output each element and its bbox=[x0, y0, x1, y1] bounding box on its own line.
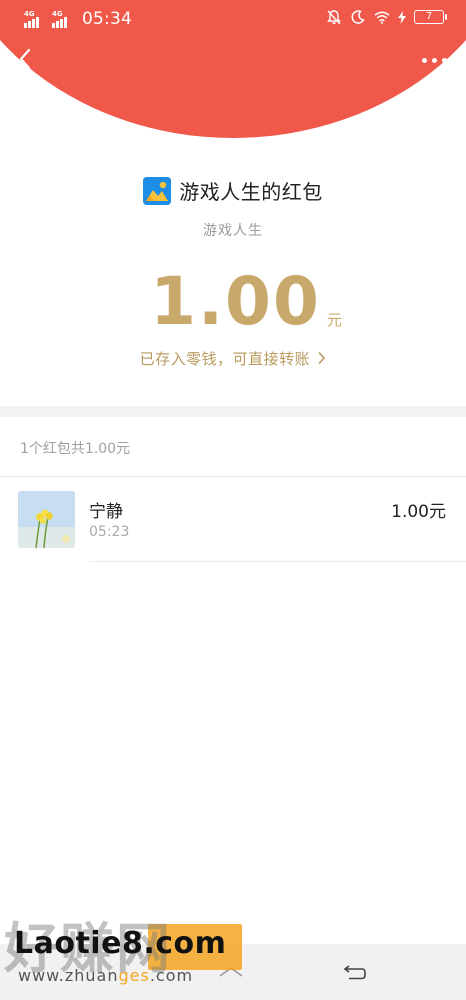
divider bbox=[89, 561, 466, 562]
system-back-button[interactable] bbox=[320, 944, 390, 1000]
sender-name: 游戏人生 bbox=[203, 223, 263, 239]
recipient-row[interactable]: 宁静 05:23 1.00元 bbox=[0, 477, 466, 562]
amount-unit: 元 bbox=[326, 311, 342, 329]
avatar bbox=[18, 491, 75, 548]
saved-note: 已存入零钱，可直接转账 bbox=[139, 350, 311, 368]
game-app-logo-icon bbox=[143, 176, 172, 205]
watermark-sub: www.zhuanges.com bbox=[18, 966, 194, 985]
wifi-icon bbox=[374, 9, 390, 25]
red-packet-detail-page: 4G 4G 05:34 7 游戏人生的红包 游戏人生 1.00 元 已存入零钱，… bbox=[0, 0, 466, 1000]
watermark-main: Laotie8.com bbox=[14, 926, 227, 961]
chevron-right-icon bbox=[318, 351, 326, 365]
packet-title-row: 游戏人生的红包 bbox=[0, 176, 466, 205]
charging-icon bbox=[398, 9, 406, 25]
status-time: 05:34 bbox=[82, 9, 132, 29]
recipient-time: 05:23 bbox=[89, 524, 130, 540]
amount-row: 1.00 元 bbox=[0, 262, 466, 342]
battery-icon: 7 bbox=[414, 10, 447, 24]
bell-mute-icon bbox=[326, 9, 342, 25]
signal-icon-sim2: 4G bbox=[52, 10, 74, 28]
moon-icon bbox=[350, 9, 366, 25]
back-button[interactable] bbox=[10, 44, 40, 74]
status-left: 4G 4G 05:34 bbox=[24, 9, 132, 29]
packet-amount: 1.00 bbox=[150, 263, 321, 340]
packet-title: 游戏人生的红包 bbox=[179, 180, 323, 204]
signal-icon-sim1: 4G bbox=[24, 10, 46, 28]
saved-to-change-link[interactable]: 已存入零钱，可直接转账 bbox=[0, 348, 466, 369]
more-button[interactable] bbox=[414, 46, 454, 74]
more-dots-icon bbox=[421, 57, 427, 63]
recipient-name: 宁静 bbox=[89, 502, 123, 522]
recipient-amount: 1.00元 bbox=[391, 502, 446, 522]
back-arrow-icon bbox=[343, 965, 366, 980]
section-divider bbox=[0, 406, 466, 417]
status-bar: 4G 4G 05:34 7 bbox=[0, 0, 466, 38]
status-right: 7 bbox=[326, 9, 447, 25]
chevron-left-icon bbox=[19, 48, 31, 70]
packet-summary: 1个红包共1.00元 bbox=[20, 441, 131, 457]
